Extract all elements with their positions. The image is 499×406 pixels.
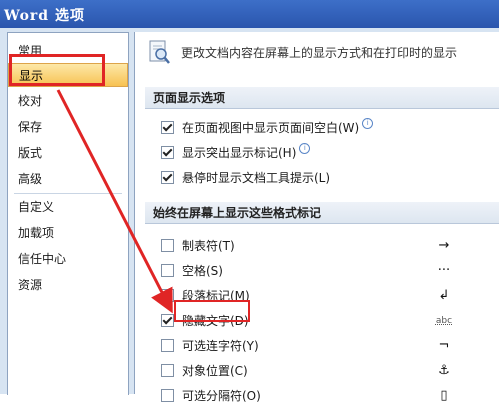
checkbox-tab-characters[interactable]	[161, 239, 174, 252]
option-show-highlighter[interactable]: 显示突出显示标记(H) i	[161, 143, 311, 163]
info-icon: i	[362, 118, 374, 129]
option-label: 制表符(T)	[182, 239, 235, 253]
sidebar-divider	[14, 193, 122, 194]
option-show-whitespace[interactable]: 在页面视图中显示页面间空白(W) i	[161, 118, 374, 138]
sidebar-item-advanced[interactable]: 高级	[8, 167, 128, 191]
sidebar-item-customize[interactable]: 自定义	[8, 195, 128, 219]
checkbox-show-tooltips[interactable]	[161, 171, 174, 184]
title-bar: Word 选项	[0, 0, 499, 28]
sidebar-item-trust-center[interactable]: 信任中心	[8, 247, 128, 271]
checkbox-spaces[interactable]	[161, 264, 174, 277]
option-label: 悬停时显示文档工具提示(L)	[182, 171, 331, 185]
optional-hyphen-icon: ¬	[438, 338, 450, 353]
checkbox-show-highlighter[interactable]	[161, 146, 174, 159]
option-object-anchors[interactable]: 对象位置(C)	[161, 361, 248, 381]
option-label: 空格(S)	[182, 264, 223, 278]
option-label: 可选连字符(Y)	[182, 339, 259, 353]
sidebar-item-proofing[interactable]: 校对	[8, 89, 128, 113]
sidebar-item-save[interactable]: 保存	[8, 115, 128, 139]
window-title: Word 选项	[4, 8, 85, 24]
magnifier-document-icon	[149, 40, 170, 64]
option-label: 可选分隔符(O)	[182, 389, 261, 403]
annotation-box-hidden-text	[174, 300, 250, 322]
checkbox-show-whitespace[interactable]	[161, 121, 174, 134]
section-page-display: 页面显示选项	[145, 87, 499, 109]
sidebar: 常用 显示 校对 保存 版式 高级 自定义 加载项 信任中心 资源	[7, 32, 129, 395]
optional-break-icon: ▯	[440, 388, 448, 403]
section-format-marks: 始终在屏幕上显示这些格式标记	[145, 202, 499, 224]
checkbox-object-anchors[interactable]	[161, 364, 174, 377]
options-panel: 更改文档内容在屏幕上的显示方式和在打印时的显示 页面显示选项 在页面视图中显示页…	[134, 32, 499, 403]
sidebar-item-resources[interactable]: 资源	[8, 273, 128, 297]
anchor-icon: ⚓	[438, 363, 450, 378]
option-label: 显示突出显示标记(H)	[182, 146, 297, 160]
option-label: 在页面视图中显示页面间空白(W)	[182, 121, 360, 135]
option-label: 对象位置(C)	[182, 364, 248, 378]
tab-mark-icon: →	[438, 238, 450, 253]
sidebar-item-typography[interactable]: 版式	[8, 141, 128, 165]
paragraph-mark-icon: ↲	[438, 288, 450, 303]
panel-header: 更改文档内容在屏幕上的显示方式和在打印时的显示	[135, 32, 499, 74]
option-show-tooltips[interactable]: 悬停时显示文档工具提示(L)	[161, 168, 330, 188]
space-mark-icon: ···	[437, 263, 451, 278]
checkbox-hidden-text[interactable]	[161, 314, 174, 327]
checkbox-optional-hyphens[interactable]	[161, 339, 174, 352]
option-optional-breaks[interactable]: 可选分隔符(O)	[161, 386, 261, 406]
sidebar-item-addins[interactable]: 加载项	[8, 221, 128, 245]
checkbox-paragraph-marks[interactable]	[161, 289, 174, 302]
option-optional-hyphens[interactable]: 可选连字符(Y)	[161, 336, 259, 356]
option-spaces[interactable]: 空格(S)	[161, 261, 223, 281]
hidden-text-mark-icon: abc	[435, 316, 453, 326]
checkbox-optional-breaks[interactable]	[161, 389, 174, 402]
option-tab-characters[interactable]: 制表符(T)	[161, 236, 235, 256]
annotation-box-display	[9, 54, 105, 86]
panel-description: 更改文档内容在屏幕上的显示方式和在打印时的显示	[181, 46, 458, 60]
info-icon: i	[299, 143, 311, 154]
